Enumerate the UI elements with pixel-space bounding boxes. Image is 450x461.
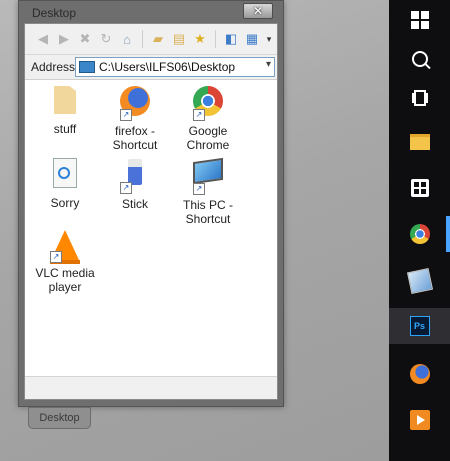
folders-icon[interactable]: ▤	[171, 31, 187, 47]
close-button[interactable]: ✕	[243, 3, 273, 19]
active-indicator	[446, 216, 450, 252]
views-icon[interactable]: ▦	[244, 31, 260, 47]
taskbar-file-explorer[interactable]	[389, 124, 450, 160]
file-label: Stick	[121, 197, 148, 211]
close-icon: ✕	[252, 4, 264, 18]
refresh-icon[interactable]: ↻	[98, 31, 114, 47]
search-icon	[411, 51, 428, 67]
file-item-sorry[interactable]: Sorry	[31, 156, 99, 210]
shortcut-arrow-icon: ↗	[120, 109, 132, 121]
file-label: Sorry	[50, 196, 80, 210]
document-icon	[53, 158, 77, 188]
start-button[interactable]	[389, 2, 450, 38]
file-item-this-pc-shortcut[interactable]: ↗ This PC - Shortcut	[174, 156, 242, 226]
taskbar-firefox[interactable]	[389, 356, 450, 392]
shortcut-arrow-icon: ↗	[193, 109, 205, 121]
file-item-vlc-media-player[interactable]: ↗ VLC media player	[31, 228, 99, 294]
store-icon	[410, 179, 429, 197]
shortcut-arrow-icon: ↗	[193, 183, 205, 195]
taskbar-chrome[interactable]	[389, 216, 450, 252]
taskbar-powerpoint[interactable]	[389, 402, 450, 438]
taskbar-store[interactable]	[389, 170, 450, 206]
move-to-icon[interactable]: ◧	[223, 31, 239, 47]
windows-start-icon	[410, 11, 429, 29]
folder-up-icon[interactable]: ▰	[150, 31, 166, 47]
home-icon[interactable]: ⌂	[119, 31, 135, 47]
window-titlebar[interactable]: Desktop ✕	[19, 1, 283, 23]
shortcut-arrow-icon: ↗	[50, 251, 62, 263]
computer-icon	[79, 61, 95, 73]
this-pc-icon	[193, 157, 223, 185]
views-dropdown-icon[interactable]: ▾	[265, 31, 273, 47]
address-bar: Address C:\Users\ILFS06\Desktop ▾	[25, 55, 277, 80]
desktop-tab[interactable]: Desktop	[28, 407, 91, 429]
explorer-window: Desktop ✕ ◀ ▶ ✖ ↻ ⌂ ▰ ▤ ★ ◧ ▦ ▾ Address …	[18, 0, 284, 407]
shortcut-arrow-icon: ↗	[120, 182, 132, 194]
file-list: stuff ↗ firefox - Shortcut ↗ Google Chro…	[25, 79, 277, 377]
file-label: firefox - Shortcut	[112, 124, 158, 152]
powerpoint-icon	[409, 410, 430, 430]
taskbar-paintbrush[interactable]	[389, 263, 450, 299]
firefox-icon	[409, 364, 430, 384]
file-label: Google Chrome	[186, 124, 230, 152]
file-explorer-icon	[409, 134, 430, 150]
address-input[interactable]: C:\Users\ILFS06\Desktop ▾	[75, 57, 275, 77]
file-label: stuff	[53, 122, 77, 136]
chrome-icon	[409, 224, 430, 244]
file-label: VLC media player	[35, 266, 95, 294]
address-value: C:\Users\ILFS06\Desktop	[99, 60, 236, 74]
stop-icon[interactable]: ✖	[77, 31, 93, 47]
taskbar: Ps	[389, 0, 450, 461]
file-item-google-chrome[interactable]: ↗ Google Chrome	[174, 84, 242, 152]
window-body: ◀ ▶ ✖ ↻ ⌂ ▰ ▤ ★ ◧ ▦ ▾ Address C:\Users\I…	[24, 23, 278, 400]
forward-icon[interactable]: ▶	[56, 31, 72, 47]
file-item-stuff[interactable]: stuff	[31, 84, 99, 136]
toolbar-separator	[142, 30, 143, 48]
status-bar	[25, 376, 277, 399]
photoshop-icon: Ps	[409, 316, 430, 336]
toolbar: ◀ ▶ ✖ ↻ ⌂ ▰ ▤ ★ ◧ ▦ ▾	[25, 24, 277, 55]
task-view-icon	[413, 90, 426, 106]
chevron-down-icon[interactable]: ▾	[266, 59, 271, 70]
back-icon[interactable]: ◀	[35, 31, 51, 47]
paintbrush-icon	[406, 267, 433, 295]
file-item-stick[interactable]: ↗ Stick	[101, 156, 169, 211]
task-view-button[interactable]	[389, 80, 450, 116]
search-button[interactable]	[389, 41, 450, 77]
folder-icon	[54, 86, 76, 114]
address-label: Address	[31, 60, 76, 74]
file-item-firefox-shortcut[interactable]: ↗ firefox - Shortcut	[101, 84, 169, 152]
taskbar-photoshop[interactable]: Ps	[389, 308, 450, 344]
toolbar-separator	[215, 30, 216, 48]
favorites-icon[interactable]: ★	[192, 31, 208, 47]
file-label: This PC - Shortcut	[182, 198, 233, 226]
window-title: Desktop	[32, 6, 77, 20]
